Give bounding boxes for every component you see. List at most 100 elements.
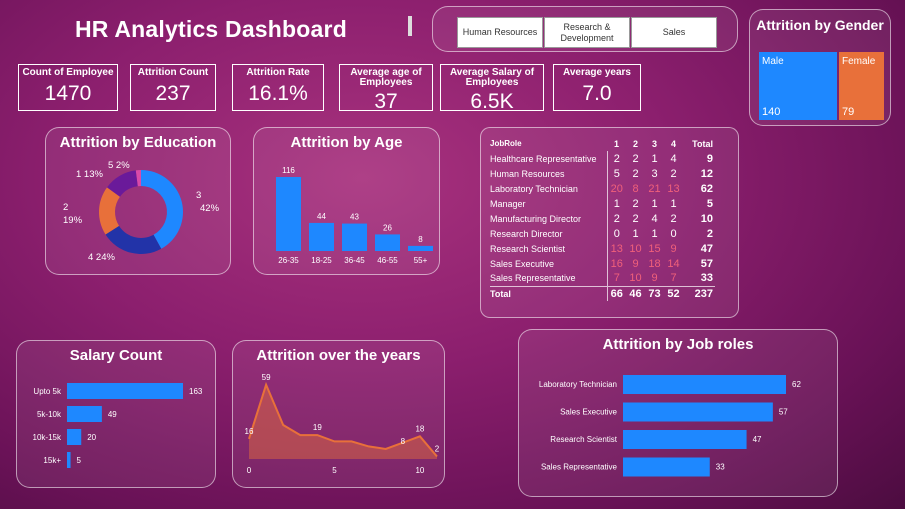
col-header: 3 [651, 138, 657, 149]
col-header-jobrole[interactable]: JobRole [490, 136, 607, 151]
table-row[interactable]: Research Director 0 1 1 0 2 [490, 226, 715, 241]
female-segment[interactable]: Female 79 [839, 52, 884, 120]
jobrole-category-label: Research Scientist [550, 435, 617, 444]
value-cell: 9 [632, 257, 639, 270]
value-cell: 0 [670, 227, 677, 240]
jobroles-title: Attrition by Job roles [602, 336, 754, 353]
kpi-label: Average Salary of Employees [449, 67, 535, 88]
kpi-value: 1470 [44, 82, 92, 105]
jobrole-cell: Manufacturing Director [490, 213, 582, 224]
value-cell: 16 [606, 256, 626, 271]
attrition-by-gender-card: Attrition by Gender Male 140 Female 79 [749, 9, 891, 126]
jobrole-bar-value: 33 [716, 463, 725, 472]
donut-label: 3 [196, 190, 201, 201]
age-bar[interactable] [342, 223, 367, 251]
age-bar[interactable] [375, 234, 400, 251]
grand-total-cell: 237 [683, 285, 715, 301]
value-cell: 10 [629, 272, 642, 285]
table-row[interactable]: Manager 1 2 1 1 5 [490, 196, 715, 211]
jobrole-category-label: Laboratory Technician [539, 380, 617, 389]
age-bar-value: 43 [350, 213, 359, 222]
slicer-sales[interactable]: Sales [631, 17, 717, 48]
donut-slice-3[interactable] [141, 170, 183, 249]
jobrole-cell: Research Scientist [490, 243, 566, 254]
age-bar-value: 8 [418, 235, 423, 244]
jobrole-cell: Sales Executive [490, 258, 555, 269]
years-point-label: 18 [415, 424, 424, 433]
age-bar[interactable] [309, 222, 334, 251]
age-bar[interactable] [408, 245, 433, 251]
total-cell: 47 [700, 242, 713, 255]
attrition-by-job-roles-card: Attrition by Job roles Laboratory Techni… [518, 329, 838, 497]
female-value: 79 [842, 106, 855, 118]
years-point-label: 16 [245, 427, 254, 436]
table-row[interactable]: Sales Representative 7 10 9 7 33 [490, 271, 715, 286]
value-cell: 4 [670, 152, 677, 165]
salary-category-label: Upto 5k [33, 387, 62, 396]
salary-bar[interactable] [67, 429, 82, 445]
total-cell: 73 [645, 285, 664, 301]
jobrole-bar[interactable] [623, 457, 710, 477]
age-bar-value: 116 [282, 166, 295, 175]
value-cell: 21 [648, 182, 661, 195]
slicer-human-resources[interactable]: Human Resources [457, 17, 543, 48]
jobrole-matrix-card: JobRole 1 2 3 4 Total Healthcare Represe… [480, 127, 739, 318]
value-cell: 2 [632, 167, 639, 180]
kpi-average-age: Average age of Employees 37 [339, 64, 433, 113]
education-donut-chart: 1 13% 5 2% 3 42% 2 19% 4 24% [63, 160, 220, 263]
jobrole-bar[interactable] [623, 430, 747, 449]
jobrole-bar[interactable] [623, 375, 786, 394]
years-x-tick: 10 [415, 466, 424, 475]
attrition-by-education-card: Attrition by Education 1 13% 5 2% 3 42% 2 19%… [45, 127, 231, 275]
gender-title: Attrition by Gender [756, 17, 884, 33]
attrition-by-age-card: Attrition by Age 116 26-35 44 18-25 43 36-45 2… [253, 127, 440, 275]
jobrole-cell: Research Director [490, 228, 563, 239]
col-header: 2 [632, 138, 638, 149]
department-slicer: Human Resources Research & Development S… [432, 6, 738, 52]
total-label: Total [490, 285, 607, 301]
kpi-value: 6.5K [470, 90, 514, 113]
salary-bar[interactable] [67, 406, 102, 422]
title-divider [408, 16, 412, 36]
value-cell: 2 [606, 211, 626, 226]
total-cell: 12 [700, 167, 713, 180]
slicer-research-development[interactable]: Research & Development [544, 17, 630, 48]
kpi-label: Attrition Rate [246, 67, 310, 78]
salary-category-label: 10k-15k [33, 433, 62, 442]
value-cell: 7 [670, 272, 677, 285]
jobrole-bar-value: 62 [792, 380, 801, 389]
table-row[interactable]: Human Resources 5 2 3 2 12 [490, 166, 715, 181]
donut-label: 19% [63, 215, 83, 226]
value-cell: 8 [632, 182, 639, 195]
male-label: Male [762, 56, 784, 67]
age-category-label: 36-45 [344, 256, 365, 265]
total-cell: 10 [700, 212, 713, 225]
salary-bar[interactable] [67, 383, 183, 399]
years-point-label: 19 [313, 423, 322, 432]
age-bar-value: 26 [383, 223, 392, 232]
table-row[interactable]: Research Scientist 13 10 15 9 47 [490, 241, 715, 256]
total-cell: 62 [700, 182, 713, 195]
table-row[interactable]: Sales Executive 16 9 18 14 57 [490, 256, 715, 271]
donut-slice-4[interactable] [105, 225, 162, 254]
table-row[interactable]: Manufacturing Director 2 2 4 2 10 [490, 211, 715, 226]
male-segment[interactable]: Male 140 [759, 52, 837, 120]
salary-bar[interactable] [67, 452, 71, 468]
table-row[interactable]: Healthcare Representative 2 2 1 4 9 [490, 151, 715, 166]
jobrole-bar[interactable] [623, 402, 773, 422]
jobrole-cell: Manager [490, 198, 526, 209]
value-cell: 1 [632, 227, 639, 240]
kpi-value: 7.0 [582, 82, 612, 105]
donut-label: 5 2% [108, 160, 130, 171]
kpi-attrition-rate: Attrition Rate 16.1% [232, 64, 324, 111]
value-cell: 1 [606, 196, 626, 211]
salary-bar-value: 5 [77, 456, 82, 465]
salary-category-label: 5k-10k [37, 410, 62, 419]
salary-count-card: Salary Count Upto 5k 163 5k-10k 49 10k-15k 20… [16, 340, 216, 488]
age-category-label: 26-35 [278, 256, 299, 265]
value-cell: 2 [606, 151, 626, 166]
value-cell: 9 [670, 242, 677, 255]
age-bar[interactable] [276, 177, 301, 251]
table-row[interactable]: Laboratory Technician 20 8 21 13 62 [490, 181, 715, 196]
donut-label: 4 24% [88, 252, 115, 263]
